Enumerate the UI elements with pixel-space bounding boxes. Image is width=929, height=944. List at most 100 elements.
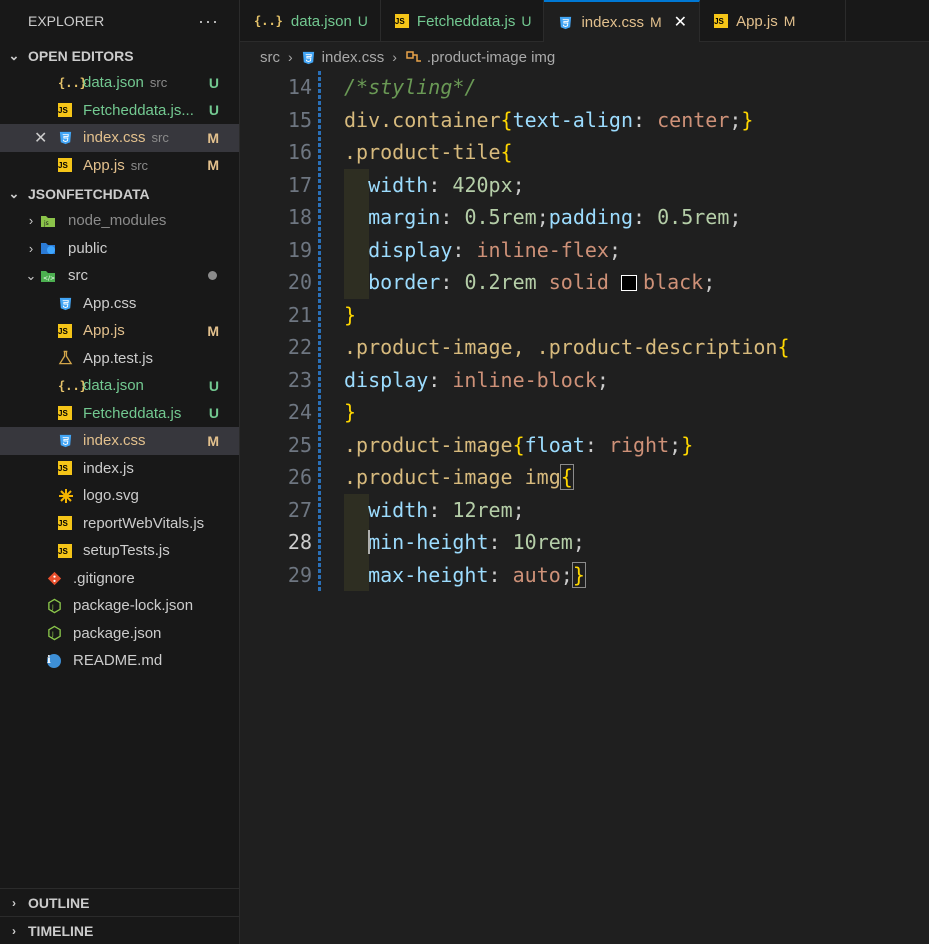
git-status-badge: U bbox=[208, 377, 219, 394]
chevron-right-icon: › bbox=[12, 923, 16, 938]
code-token: : bbox=[428, 172, 453, 197]
code-line[interactable]: 27 width: 12rem; bbox=[240, 493, 929, 526]
line-number: 27 bbox=[287, 497, 312, 522]
tree-file-item[interactable]: {..} data.json U bbox=[0, 372, 239, 400]
git-status-badge: M bbox=[207, 432, 219, 449]
code-token: ; bbox=[669, 432, 682, 457]
code-token: .product-image img bbox=[344, 465, 561, 490]
code-token: .product-image, .product-description bbox=[344, 335, 778, 360]
open-editor-item[interactable]: JS App.js src M bbox=[0, 152, 239, 180]
open-editor-item[interactable]: ✕ index.css src M bbox=[0, 124, 239, 152]
root-file-list: .gitignore Jpackage-lock.json Jpackage.jso… bbox=[0, 565, 239, 675]
flask-icon bbox=[58, 350, 73, 366]
code-line[interactable]: 25 .product-image{float: right;} bbox=[240, 429, 929, 462]
tree-file-item[interactable]: JS setupTests.js bbox=[0, 537, 239, 565]
code-token: } bbox=[741, 107, 754, 132]
more-actions-icon[interactable]: ··· bbox=[198, 11, 219, 32]
code-line[interactable]: 21} bbox=[240, 299, 929, 332]
editor-tab[interactable]: JS Fetcheddata.js U bbox=[381, 0, 545, 42]
text-cursor bbox=[368, 530, 370, 554]
code-text: div.container{text-align: center;} bbox=[344, 108, 753, 132]
css-icon bbox=[301, 50, 316, 65]
js-icon: JS bbox=[714, 14, 729, 28]
file-name: reportWebVitals.js bbox=[83, 514, 205, 532]
tree-file-item[interactable]: App.test.js bbox=[0, 345, 239, 373]
file-name: App.css bbox=[83, 294, 137, 312]
file-icon-wrap: J bbox=[47, 625, 73, 641]
code-line[interactable]: 16 .product-tile{ bbox=[240, 136, 929, 169]
chevron-down-icon: ⌄ bbox=[8, 185, 20, 201]
file-icon-wrap bbox=[58, 296, 83, 311]
editor-tab[interactable]: {..} data.json U bbox=[240, 0, 381, 42]
code-token: div.container bbox=[344, 107, 501, 132]
close-icon[interactable]: ✕ bbox=[674, 12, 687, 32]
editor-tab[interactable]: index.css M ✕ bbox=[544, 0, 701, 42]
tree-file-item[interactable]: i README.md bbox=[0, 647, 239, 675]
open-editor-item[interactable]: JS Fetcheddata.js... U bbox=[0, 97, 239, 125]
tab-label: App.js bbox=[736, 12, 778, 30]
code-token: inline-flex bbox=[476, 237, 609, 262]
color-swatch[interactable] bbox=[621, 275, 637, 292]
tree-file-item[interactable]: logo.svg bbox=[0, 482, 239, 510]
code-token: { bbox=[512, 432, 525, 457]
code-token: ; bbox=[560, 562, 573, 587]
editor-tab[interactable]: JS App.js M bbox=[700, 0, 847, 42]
tree-file-item[interactable]: Jpackage-lock.json bbox=[0, 592, 239, 620]
code-text: } bbox=[344, 303, 356, 327]
code-token: ; bbox=[512, 497, 525, 522]
code-editor[interactable]: 14/*styling*/15 div.container{text-align:… bbox=[240, 71, 929, 944]
globe-folder-icon bbox=[40, 241, 68, 255]
tree-file-item[interactable]: JS Fetcheddata.js U bbox=[0, 400, 239, 428]
code-line[interactable]: 15 div.container{text-align: center;} bbox=[240, 104, 929, 137]
code-line[interactable]: 22 .product-image, .product-description{ bbox=[240, 331, 929, 364]
code-line[interactable]: 17 width: 420px; bbox=[240, 168, 929, 201]
tree-folder-public[interactable]: › public bbox=[0, 235, 239, 263]
tab-label: Fetcheddata.js bbox=[416, 12, 516, 30]
tree-file-item[interactable]: JS reportWebVitals.js bbox=[0, 510, 239, 538]
open-editors-section[interactable]: ⌄ OPEN EDITORS bbox=[0, 42, 239, 69]
breadcrumb-symbol[interactable]: .product-image img bbox=[427, 49, 555, 66]
tree-file-item[interactable]: JS index.js bbox=[0, 455, 239, 483]
code-line[interactable]: 24} bbox=[240, 396, 929, 429]
tree-folder-src[interactable]: ⌄ </> src bbox=[0, 262, 239, 290]
breadcrumb-file[interactable]: index.css bbox=[322, 49, 385, 66]
code-line[interactable]: 28 min-height: 10rem; bbox=[240, 526, 929, 559]
outline-section[interactable]: › OUTLINE bbox=[0, 888, 239, 916]
code-token: : bbox=[584, 432, 609, 457]
breadcrumb-folder[interactable]: src bbox=[260, 49, 280, 66]
code-line[interactable]: 29 max-height: auto;} bbox=[240, 558, 929, 591]
close-icon[interactable]: ✕ bbox=[34, 128, 47, 148]
timeline-section[interactable]: › TIMELINE bbox=[0, 916, 239, 944]
project-section[interactable]: ⌄ JSONFETCHDATA bbox=[0, 180, 239, 207]
code-token: } bbox=[681, 432, 694, 457]
code-line[interactable]: 26 .product-image img{ bbox=[240, 461, 929, 494]
svg-text:</>: </> bbox=[43, 275, 55, 282]
open-editor-item[interactable]: {..} data.json src U bbox=[0, 69, 239, 97]
tree-folder-node-modules[interactable]: › js node_modules bbox=[0, 207, 239, 235]
code-token: width bbox=[368, 172, 429, 197]
tree-file-item[interactable]: JS App.js M bbox=[0, 317, 239, 345]
chevron-right-icon: › bbox=[12, 895, 16, 910]
tree-file-item[interactable]: .gitignore bbox=[0, 565, 239, 593]
code-token: right bbox=[608, 432, 670, 457]
code-line[interactable]: 19 display: inline-flex; bbox=[240, 233, 929, 266]
svg-text:js: js bbox=[43, 220, 49, 227]
js-icon: JS bbox=[58, 543, 72, 558]
code-token: : bbox=[440, 205, 465, 230]
code-line[interactable]: 18 margin: 0.5rem;padding: 0.5rem; bbox=[240, 201, 929, 234]
tree-file-item[interactable]: App.css bbox=[0, 290, 239, 318]
folder-icon: js bbox=[40, 214, 68, 228]
file-icon-wrap bbox=[58, 488, 83, 504]
project-title: JSONFETCHDATA bbox=[28, 185, 150, 202]
file-icon-wrap bbox=[58, 433, 83, 448]
file-name: index.css bbox=[83, 129, 146, 147]
code-line[interactable]: 23 display: inline-block; bbox=[240, 364, 929, 397]
tree-file-item[interactable]: index.css M bbox=[0, 427, 239, 455]
code-text: border: 0.2rem solid black; bbox=[344, 270, 715, 294]
code-line[interactable]: 14 /*styling*/ bbox=[240, 71, 929, 104]
tree-file-item[interactable]: Jpackage.json bbox=[0, 620, 239, 648]
code-line[interactable]: 20 border: 0.2rem solid black; bbox=[240, 266, 929, 299]
